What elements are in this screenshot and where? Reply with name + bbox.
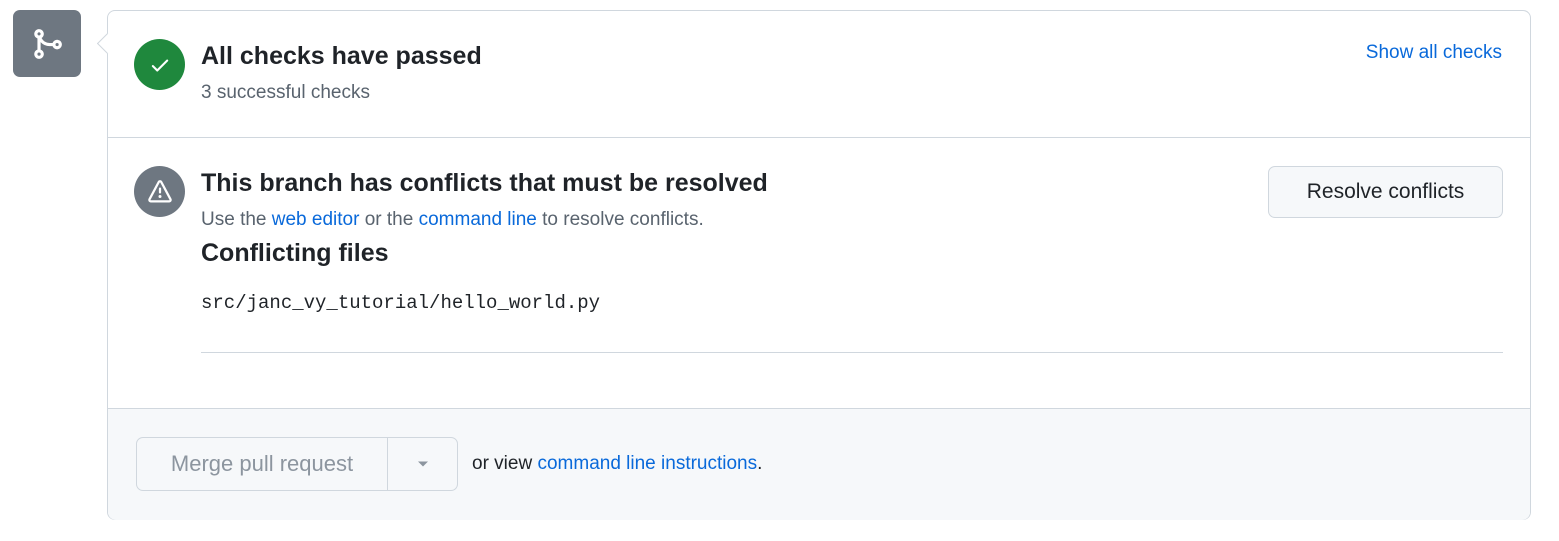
divider bbox=[201, 352, 1503, 353]
checks-subtitle: 3 successful checks bbox=[201, 82, 370, 103]
merge-box: All checks have passed 3 successful chec… bbox=[96, 10, 1531, 520]
conflicts-desc-prefix: Use the bbox=[201, 209, 272, 230]
footer-text-suffix: . bbox=[757, 453, 763, 474]
merge-footer: Merge pull request or view command line … bbox=[108, 408, 1530, 520]
conflicts-desc-suffix: to resolve conflicts. bbox=[536, 209, 704, 230]
web-editor-link[interactable]: web editor bbox=[272, 209, 360, 230]
conflicting-file: src/janc_vy_tutorial/hello_world.py bbox=[201, 292, 601, 314]
checks-section: All checks have passed 3 successful chec… bbox=[108, 11, 1530, 138]
conflicts-description: Use the web editor or the command line t… bbox=[201, 209, 704, 231]
resolve-conflicts-button[interactable]: Resolve conflicts bbox=[1268, 166, 1503, 218]
merge-button-group: Merge pull request bbox=[136, 437, 458, 491]
merge-method-dropdown[interactable] bbox=[388, 438, 457, 490]
conflicts-title: This branch has conflicts that must be r… bbox=[201, 169, 768, 197]
merge-pull-request-button[interactable]: Merge pull request bbox=[137, 438, 388, 490]
command-line-instructions-link[interactable]: command line instructions bbox=[537, 453, 757, 474]
conflicts-desc-middle: or the bbox=[359, 209, 419, 230]
conflicting-files-heading: Conflicting files bbox=[201, 239, 389, 267]
checks-title: All checks have passed bbox=[201, 42, 482, 70]
git-merge-icon bbox=[13, 10, 81, 77]
check-icon bbox=[134, 39, 185, 90]
footer-text-prefix: or view bbox=[472, 453, 538, 474]
show-all-checks-link[interactable]: Show all checks bbox=[1366, 42, 1502, 64]
triangle-down-icon bbox=[417, 461, 428, 467]
footer-text: or view command line instructions. bbox=[472, 453, 762, 475]
alert-icon bbox=[134, 166, 185, 217]
command-line-link[interactable]: command line bbox=[419, 209, 537, 230]
